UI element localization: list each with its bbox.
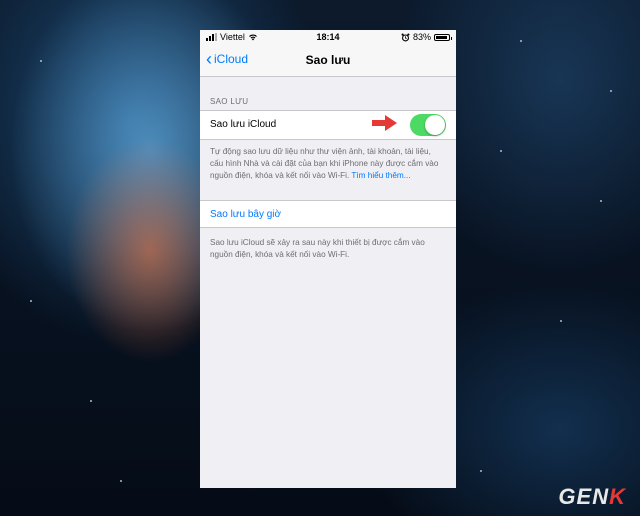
section-header: SAO LƯU [210,97,249,106]
learn-more-link[interactable]: Tìm hiểu thêm... [351,171,410,180]
logo-accent: K [609,484,626,509]
logo-text: GEN [558,484,610,509]
toggle-knob [425,115,445,135]
battery-percent: 83% [412,32,431,42]
icloud-backup-toggle[interactable] [410,114,446,136]
genk-logo: GENK [558,484,626,510]
battery-icon [434,33,452,41]
backup-description: Tự động sao lưu dữ liệu như thư viện ảnh… [200,140,456,182]
backup-now-cell[interactable]: Sao lưu bây giờ [200,200,456,228]
status-bar: Viettel 18:14 83% [200,30,456,44]
backup-now-button[interactable]: Sao lưu bây giờ [210,209,281,220]
alarm-icon [401,33,410,41]
icloud-backup-label: Sao lưu iCloud [210,119,277,130]
red-arrow-icon [372,115,397,131]
navigation-bar: ‹ iCloud Sao lưu [200,44,456,77]
backup-now-description: Sao lưu iCloud sẽ xảy ra sau này khi thi… [210,238,425,259]
phone-screen: Viettel 18:14 83% ‹ iCloud Sao lưu SAO L… [200,30,456,488]
icloud-backup-cell: Sao lưu iCloud [200,110,456,140]
page-title: Sao lưu [305,53,351,67]
